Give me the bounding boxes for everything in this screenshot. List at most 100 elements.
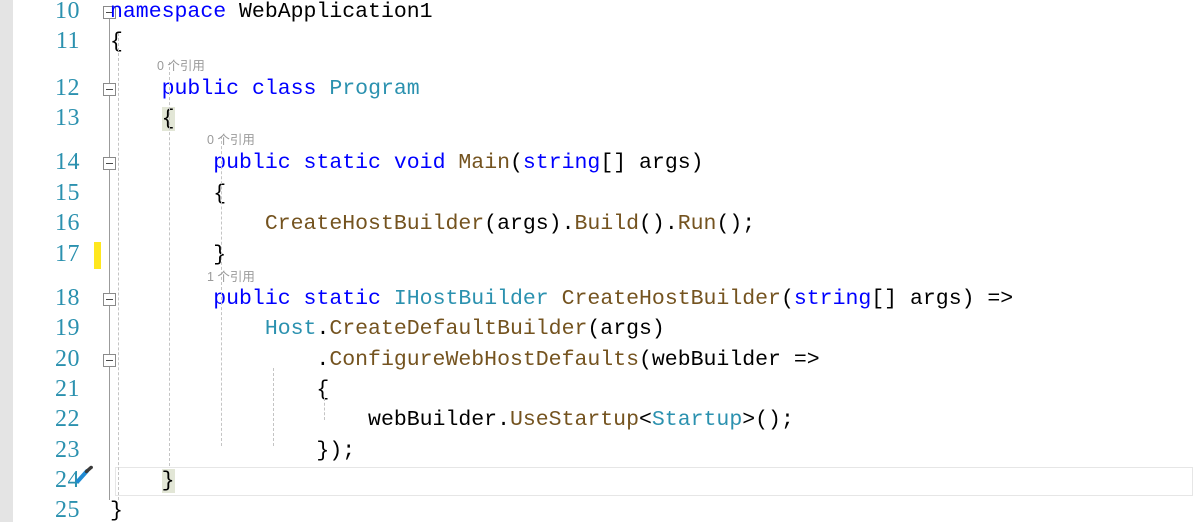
code-token: UseStartup (509, 408, 639, 432)
line-number: 24 (55, 467, 80, 493)
line-number: 11 (55, 28, 80, 54)
line-number: 13 (55, 105, 80, 131)
code-token: (); (716, 212, 756, 236)
indent-guide (117, 33, 119, 500)
code-token: ConfigureWebHostDefaults (329, 348, 639, 372)
code-token: >(); (742, 408, 794, 432)
code-token: (webBuilder => (639, 348, 820, 372)
code-token: WebApplication1 (226, 0, 433, 24)
code-line[interactable]: public static IHostBuilder CreateHostBui… (110, 284, 1013, 315)
indicator-margin[interactable] (0, 0, 13, 522)
code-editor[interactable]: 10 11 12 13 14 15 16 17 18 19 20 21 22 23 24 25 namespa… (0, 0, 1196, 522)
code-token: { (110, 378, 330, 402)
line-number: 25 (55, 497, 80, 522)
code-token: namespace (110, 0, 227, 24)
code-token: Build (574, 212, 640, 236)
code-token: ( (780, 287, 794, 311)
code-token: class (251, 77, 317, 101)
screwdriver-icon[interactable] (74, 464, 96, 486)
code-line[interactable]: } (110, 466, 175, 497)
line-number: 16 (55, 210, 80, 236)
code-token: string (522, 151, 601, 175)
code-token: { (161, 107, 175, 131)
line-number: 10 (55, 0, 80, 24)
line-number: 22 (55, 406, 80, 432)
line-number: 12 (55, 75, 80, 101)
code-token: { (110, 30, 123, 54)
indent-guide (169, 62, 171, 466)
code-line[interactable]: namespace WebApplication1 (110, 0, 433, 28)
code-token: public (213, 287, 291, 311)
code-token: [] args) (600, 151, 704, 175)
code-line[interactable]: { (110, 104, 175, 135)
code-token: (). (639, 212, 678, 236)
code-token: static (303, 287, 381, 311)
indent-guide (324, 398, 326, 420)
code-token: static (303, 151, 381, 175)
code-line[interactable]: }); (110, 436, 355, 467)
code-token: Program (329, 77, 420, 101)
code-line[interactable]: } (110, 240, 226, 271)
code-line[interactable]: } (110, 496, 123, 522)
codelens-reference-count[interactable]: 1 个引用 (207, 268, 255, 287)
code-token: < (639, 408, 652, 432)
code-line[interactable]: { (110, 27, 123, 58)
code-token: void (393, 151, 446, 175)
code-token: CreateHostBuilder (264, 212, 485, 236)
line-number: 23 (55, 437, 80, 463)
code-text-surface[interactable]: namespace WebApplication1{ public class … (110, 0, 1196, 522)
code-line[interactable]: Host.CreateDefaultBuilder(args) (110, 314, 665, 345)
code-token: { (110, 182, 227, 206)
line-number: 21 (55, 376, 80, 402)
line-number: 17 (55, 241, 80, 267)
code-token: . (110, 348, 330, 372)
code-token: (args). (484, 212, 575, 236)
line-number: 15 (55, 180, 80, 206)
indent-guide (272, 368, 274, 446)
code-token: } (110, 499, 123, 522)
code-token: Host (264, 317, 317, 341)
code-line[interactable]: public static void Main(string[] args) (110, 148, 704, 179)
code-token: [] args) => (871, 287, 1014, 311)
code-token: public (161, 77, 240, 101)
code-line[interactable]: { (110, 375, 329, 406)
code-line[interactable]: webBuilder.UseStartup<Startup>(); (110, 405, 794, 436)
code-token: ( (510, 151, 523, 175)
code-token: Run (677, 212, 717, 236)
code-token: string (793, 287, 872, 311)
code-token: }); (110, 439, 356, 463)
code-line[interactable]: public class Program (110, 74, 420, 105)
code-token: } (110, 243, 227, 267)
codelens-reference-count[interactable]: 0 个引用 (157, 57, 205, 76)
code-token: . (316, 317, 330, 341)
line-number: 18 (55, 285, 80, 311)
code-token: } (161, 469, 175, 493)
code-token: (args) (587, 317, 665, 341)
code-token: Main (458, 151, 510, 175)
code-line[interactable]: .ConfigureWebHostDefaults(webBuilder => (110, 345, 820, 376)
code-token: IHostBuilder (393, 287, 549, 311)
line-number: 14 (55, 149, 80, 175)
code-token: Startup (651, 408, 743, 432)
code-token: public (213, 151, 291, 175)
code-token: CreateHostBuilder (561, 287, 781, 311)
code-line[interactable]: { (110, 179, 226, 210)
codelens-reference-count[interactable]: 0 个引用 (207, 131, 255, 150)
line-number: 20 (55, 346, 80, 372)
indent-guide (221, 136, 223, 446)
code-line[interactable]: CreateHostBuilder(args).Build().Run(); (110, 209, 755, 240)
line-number-gutter: 10 11 12 13 14 15 16 17 18 19 20 21 22 23 24 25 (13, 0, 86, 522)
line-number: 19 (55, 315, 80, 341)
